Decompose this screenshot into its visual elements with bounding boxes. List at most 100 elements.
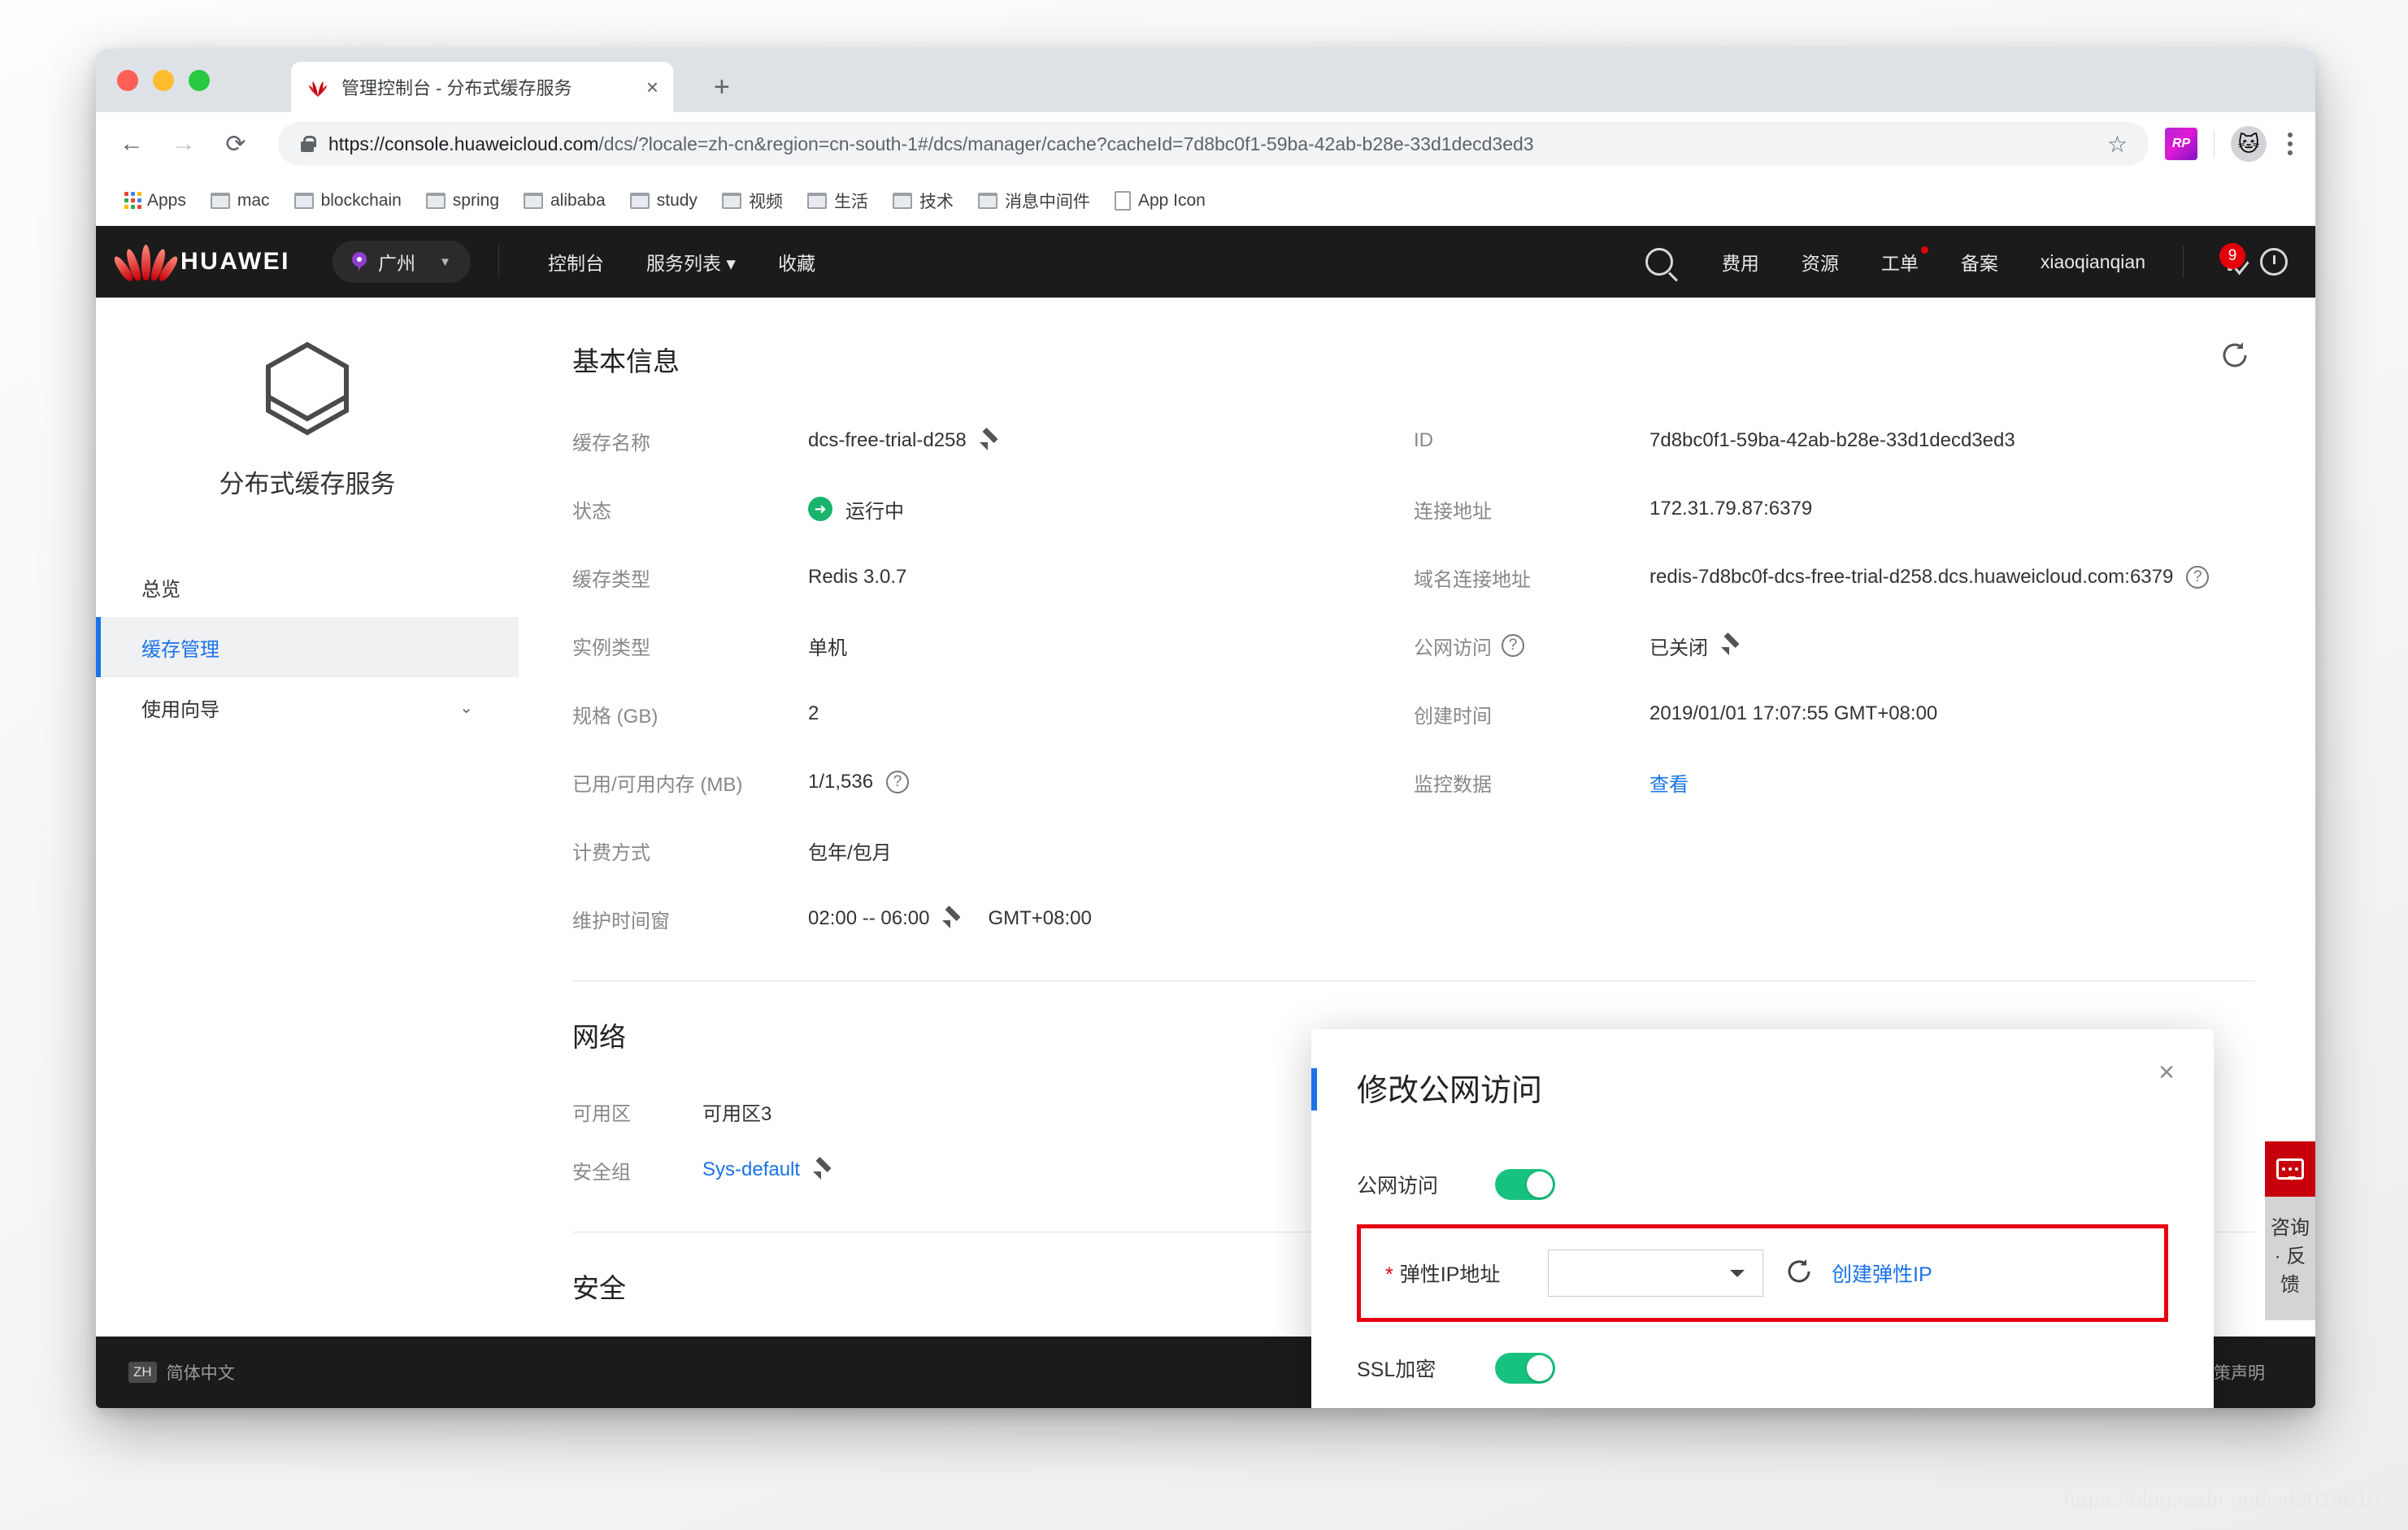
bookmark-label: 技术 (919, 189, 954, 213)
info-label: 缓存名称 (572, 427, 808, 455)
info-value: 2 (808, 702, 819, 725)
feedback-label: 咨询 · 反馈 (2265, 1197, 2315, 1320)
chevron-down-icon: ▼ (439, 255, 451, 269)
folder-icon (524, 193, 543, 209)
status-badge: 运行中 (845, 495, 904, 524)
bookmark-label: Apps (147, 191, 186, 211)
section-divider (572, 980, 2255, 981)
address-bar[interactable]: https://console.huaweicloud.com/dcs/?loc… (278, 122, 2149, 166)
info-value: Sys-default (702, 1158, 834, 1181)
security-group-link[interactable]: Sys-default (702, 1158, 800, 1181)
sidebar-item-cache-management[interactable]: 缓存管理 (96, 617, 519, 677)
edit-pencil-icon[interactable] (813, 1159, 834, 1180)
edit-public-access-modal: 修改公网访问 × 公网访问 *弹性IP地址 (1311, 1029, 2214, 1408)
bookmark-study[interactable]: study (621, 186, 706, 215)
info-value: Redis 3.0.7 (808, 566, 906, 589)
history-clock-icon[interactable] (2260, 248, 2288, 276)
service-title: 分布式缓存服务 (96, 463, 519, 500)
info-label: 维护时间窗 (572, 905, 808, 933)
nav-item-tickets[interactable]: 工单 (1860, 248, 1940, 276)
nav-item-billing[interactable]: 费用 (1701, 248, 1780, 276)
feedback-tab[interactable]: 咨询 · 反馈 (2265, 1141, 2315, 1320)
minimize-window-button[interactable] (153, 70, 174, 91)
huawei-logo[interactable]: HUAWEI (124, 243, 290, 280)
edit-pencil-icon[interactable] (1721, 635, 1742, 656)
sidebar-menu: 总览 缓存管理 使用向导 ⌄ (96, 557, 519, 737)
memory-value: 1/1,536 (808, 771, 873, 793)
back-icon[interactable]: ← (114, 126, 150, 162)
bookmark-label: 消息中间件 (1005, 189, 1090, 213)
help-icon[interactable]: ? (886, 771, 909, 793)
new-tab-button[interactable]: + (714, 73, 730, 101)
sidebar-item-usage-guide[interactable]: 使用向导 ⌄ (96, 677, 519, 737)
help-icon[interactable]: ? (1502, 634, 1524, 657)
ssl-toggle[interactable] (1495, 1353, 1555, 1384)
cache-name-value: dcs-free-trial-d258 (808, 429, 967, 452)
bookmark-tech[interactable]: 技术 (884, 184, 963, 218)
bookmark-app-icon[interactable]: App Icon (1106, 186, 1215, 215)
messages-button[interactable]: 9 (2228, 254, 2232, 269)
info-row-instance-type: 实例类型 单机 (572, 611, 1414, 680)
close-icon[interactable]: × (2158, 1058, 2175, 1086)
tab-close-icon[interactable]: × (646, 76, 659, 98)
nav-item-favorites[interactable]: 收藏 (757, 248, 837, 276)
info-label: 计费方式 (572, 837, 808, 865)
public-access-label: 公网访问 (1414, 632, 1492, 660)
public-access-toggle[interactable] (1495, 1169, 1555, 1200)
nav-item-filing[interactable]: 备案 (1940, 248, 2019, 276)
language-label[interactable]: 简体中文 (167, 1360, 235, 1384)
bookmark-spring[interactable]: spring (417, 186, 508, 215)
bookmark-video[interactable]: 视频 (713, 184, 792, 218)
forward-icon[interactable]: → (166, 126, 202, 162)
edit-pencil-icon[interactable] (980, 430, 1001, 451)
console-top-nav: HUAWEI 广州 ▼ 控制台 服务列表 ▾ 收藏 费用 资源 工单 备案 (96, 226, 2315, 298)
eip-highlight-box: *弹性IP地址 创建弹性IP (1357, 1224, 2168, 1322)
nav-item-service-list[interactable]: 服务列表 ▾ (625, 248, 757, 276)
refresh-icon[interactable] (2219, 340, 2250, 375)
bookmark-alibaba[interactable]: alibaba (515, 186, 615, 215)
nav-item-console[interactable]: 控制台 (527, 248, 625, 276)
profile-avatar[interactable]: 🐱 (2231, 126, 2267, 162)
browser-tab[interactable]: 管理控制台 - 分布式缓存服务 × (291, 62, 673, 112)
bookmark-life[interactable]: 生活 (798, 184, 877, 218)
info-label: 公网访问 ? (1414, 632, 1650, 660)
bookmark-middleware[interactable]: 消息中间件 (969, 184, 1099, 218)
info-value: 1/1,536 ? (808, 771, 909, 793)
info-label: 规格 (GB) (572, 700, 808, 728)
info-row-spec: 规格 (GB) 2 (572, 680, 1414, 748)
region-selector[interactable]: 广州 ▼ (333, 241, 471, 283)
bookmark-mac[interactable]: mac (202, 186, 279, 215)
create-eip-link[interactable]: 创建弹性IP (1832, 1258, 1932, 1288)
language-badge: ZH (128, 1362, 157, 1383)
basic-info-right-column: ID 7d8bc0f1-59ba-42ab-b28e-33d1decd3ed3 … (1414, 406, 2255, 953)
bookmark-star-icon[interactable]: ☆ (2107, 131, 2128, 158)
info-label: 缓存类型 (572, 563, 808, 592)
info-label: 可用区 (572, 1098, 702, 1126)
info-row-id: ID 7d8bc0f1-59ba-42ab-b28e-33d1decd3ed3 (1414, 406, 2255, 475)
close-window-button[interactable] (117, 70, 138, 91)
maximize-window-button[interactable] (189, 70, 210, 91)
folder-icon (426, 193, 446, 209)
edit-pencil-icon[interactable] (942, 908, 963, 929)
info-label: 创建时间 (1414, 700, 1650, 728)
extension-rp-icon[interactable]: RP (2165, 128, 2197, 160)
info-label: 域名连接地址 (1414, 563, 1650, 592)
bookmark-blockchain[interactable]: blockchain (285, 186, 411, 215)
info-label: 状态 (572, 495, 808, 524)
folder-icon (807, 193, 827, 209)
sidebar-item-overview[interactable]: 总览 (96, 557, 519, 617)
folder-icon (294, 193, 314, 209)
bookmark-apps[interactable]: Apps (115, 186, 195, 215)
nav-item-resources[interactable]: 资源 (1780, 248, 1860, 276)
search-icon[interactable] (1645, 248, 1673, 276)
view-monitoring-link[interactable]: 查看 (1650, 768, 1689, 797)
chrome-menu-icon[interactable] (2283, 128, 2297, 160)
nav-item-account[interactable]: xiaoqianqian (2019, 251, 2167, 273)
location-pin-icon (352, 252, 367, 272)
eip-select[interactable] (1548, 1250, 1763, 1297)
basic-info-grid: 缓存名称 dcs-free-trial-d258 状态 ➜ (572, 406, 2255, 953)
help-icon[interactable]: ? (2186, 566, 2209, 589)
eip-refresh-icon[interactable] (1784, 1257, 1814, 1290)
eip-label-text: 弹性IP地址 (1400, 1263, 1501, 1286)
reload-icon[interactable]: ⟳ (218, 126, 254, 162)
